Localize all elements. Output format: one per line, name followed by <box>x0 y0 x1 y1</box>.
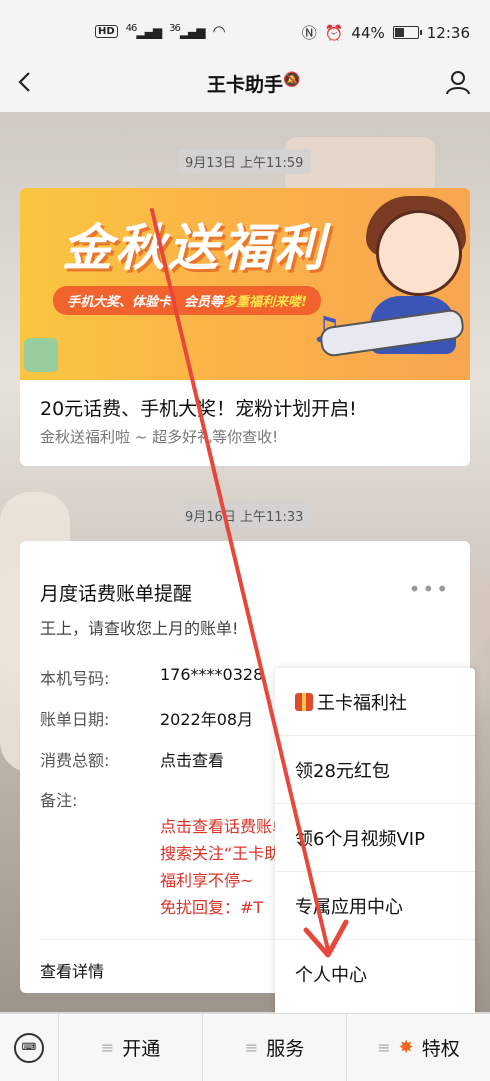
signal-icon-2: 36▂▄▆ <box>169 23 205 39</box>
gift-icon <box>295 692 313 711</box>
keyboard-icon: ⌨ <box>14 1032 44 1063</box>
menu-item-red-packet[interactable]: 领28元红包 <box>275 736 475 804</box>
wifi-icon: ◠ <box>212 22 226 40</box>
row-label-phone: 本机号码: <box>40 669 110 688</box>
menu-item-video-vip[interactable]: 领6个月视频VIP <box>275 804 475 872</box>
promo-card[interactable]: 金秋送福利 手机大奖、体验卡、会员等多重福利来喽! ♫ 20元话费、手机大奖！宠… <box>20 188 470 466</box>
view-details-link[interactable]: 查看详情 <box>40 958 104 982</box>
battery-percent: 44% <box>351 23 385 42</box>
row-label-date: 账单日期: <box>40 710 110 729</box>
more-options-icon[interactable]: ••• <box>409 577 450 601</box>
hd-indicator: HD <box>95 24 118 38</box>
menu-lines-icon: ≡ <box>100 1038 115 1057</box>
bill-title: 月度话费账单提醒 <box>40 583 193 605</box>
menu-item-personal-center[interactable]: 个人中心 <box>275 940 475 1008</box>
popup-menu: 王卡福利社 领28元红包 领6个月视频VIP 专属应用中心 个人中心 <box>275 668 475 1013</box>
promo-title: 20元话费、手机大奖！宠粉计划开启! <box>40 398 357 420</box>
menu-lines-icon: ≡ <box>244 1038 259 1057</box>
keyboard-toggle[interactable]: ⌨ <box>0 1014 59 1081</box>
alarm-icon: ⏰ <box>324 23 344 42</box>
battery-icon <box>392 26 422 39</box>
promo-subtitle: 金秋送福利啦 ~ 超多好礼等你查收! <box>40 428 279 446</box>
menu-lines-icon: ≡ <box>377 1038 391 1057</box>
remark-line: 免扰回复：#T <box>160 898 264 917</box>
tab-open[interactable]: ≡ 开通 <box>59 1014 203 1081</box>
mute-bell-icon: 🔕 <box>283 72 301 88</box>
spark-icon: ✸ <box>398 1037 414 1058</box>
bottom-menu-bar: ⌨ ≡ 开通 ≡ 服务 ≡ ✸ 特权 <box>0 1013 490 1081</box>
message-timestamp-2: 9月16日 上午11:33 <box>177 503 312 528</box>
bill-greeting: 王上，请查收您上月的账单! <box>40 619 239 638</box>
remark-line: 搜索关注“王卡助手” <box>160 844 290 863</box>
tab-service[interactable]: ≡ 服务 <box>203 1014 347 1081</box>
remark-line: 点击查看话费账单 <box>160 817 289 836</box>
promo-banner[interactable]: 金秋送福利 手机大奖、体验卡、会员等多重福利来喽! ♫ <box>20 188 470 380</box>
row-label-total: 消费总额: <box>40 751 110 770</box>
banner-tagline: 手机大奖、体验卡、会员等多重福利来喽! <box>53 286 321 315</box>
page-title: 王卡助手 <box>206 74 283 96</box>
tab-privilege[interactable]: ≡ ✸ 特权 <box>347 1014 490 1081</box>
nfc-icon: Ⓝ <box>301 24 317 42</box>
menu-item-welfare[interactable]: 王卡福利社 <box>275 668 475 736</box>
mascot-girl-icon <box>376 210 462 296</box>
row-label-remark: 备注: <box>40 791 78 810</box>
remark-line: 福利享不停~ <box>160 871 254 890</box>
row-value-date: 2022年08月 <box>160 710 254 729</box>
menu-item-app-center[interactable]: 专属应用中心 <box>275 872 475 940</box>
row-value-phone: 176****0328 <box>160 665 264 684</box>
signal-icon: 46▂▄▆ <box>125 23 162 39</box>
card-deco-icon <box>24 338 58 372</box>
remark-text: 点击查看话费账单 搜索关注“王卡助手” 福利享不停~ 免扰回复：#T <box>160 813 290 921</box>
clock: 12:36 <box>426 23 470 42</box>
profile-icon[interactable] <box>444 68 472 96</box>
banner-title: 金秋送福利 <box>62 219 327 277</box>
nav-bar: 王卡助手 🔕 <box>0 56 490 112</box>
status-bar: HD 46▂▄▆ 36▂▄▆ ◠ Ⓝ ⏰ 44% 12:36 <box>0 0 490 56</box>
row-value-total[interactable]: 点击查看 <box>160 747 224 771</box>
message-timestamp: 9月13日 上午11:59 <box>177 149 312 174</box>
